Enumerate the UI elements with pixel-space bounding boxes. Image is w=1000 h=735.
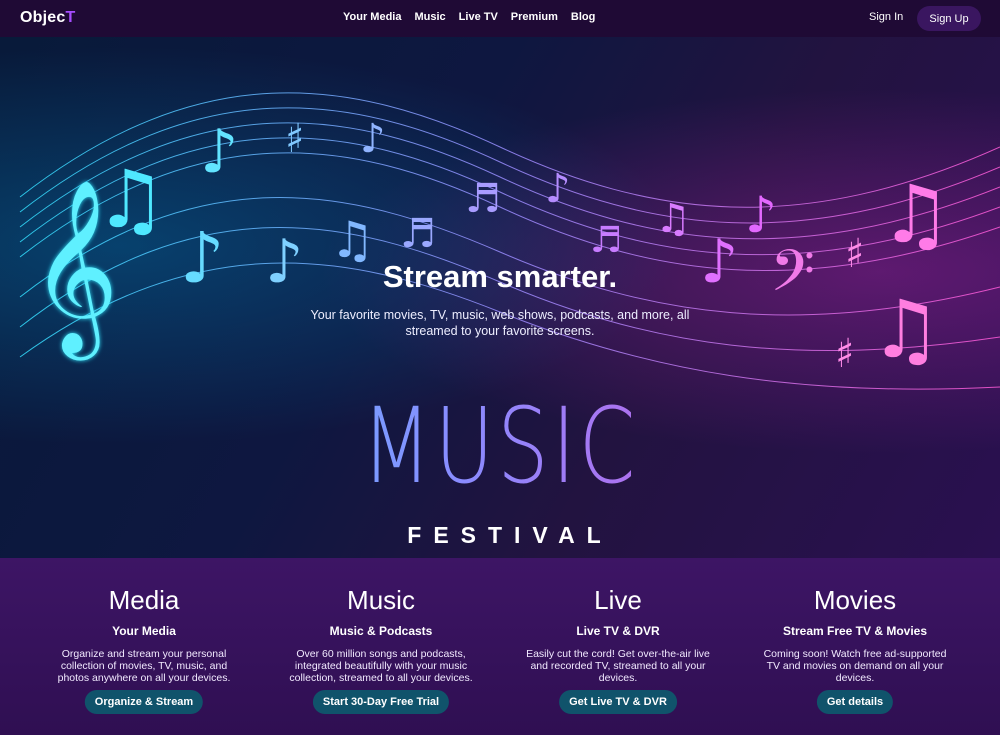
svg-text:♬: ♬ <box>400 211 436 257</box>
brand-logo[interactable]: ObjecT <box>20 9 75 27</box>
feature-title: Music <box>347 585 415 615</box>
hero-banner: 𝄞 𝄞 ♫ ♪ ♪ ♫ ♬ ♬ ♪ ♬ ♫ ♪ ♪ 𝄢 ♫ ♫ ♪ ♯ ♪ ♯ … <box>0 37 1000 558</box>
svg-text:♪: ♪ <box>745 186 777 244</box>
svg-text:♯: ♯ <box>285 116 304 162</box>
organize-stream-button[interactable]: Organize & Stream <box>84 690 204 714</box>
svg-text:♪: ♪ <box>545 166 571 212</box>
nav-link-blog[interactable]: Blog <box>571 11 595 23</box>
feature-description: Over 60 million songs and podcasts, inte… <box>289 648 473 684</box>
features-section: Media Your Media Organize and stream you… <box>0 558 1000 735</box>
get-details-button[interactable]: Get details <box>816 690 894 714</box>
feature-subtitle: Stream Free TV & Movies <box>782 624 928 638</box>
feature-description: Coming soon! Watch free ad-supported TV … <box>763 648 947 684</box>
svg-text:♫: ♫ <box>870 283 942 376</box>
feature-description: Easily cut the cord! Get over-the-air li… <box>526 648 710 684</box>
feature-title: Movies <box>813 585 897 615</box>
music-festival-logo-word: MUSIC <box>110 394 890 498</box>
hero-subtitle: Your favorite movies, TV, music, web sho… <box>310 308 690 338</box>
feature-description: Organize and stream your personal collec… <box>57 648 231 684</box>
sign-up-button[interactable]: Sign Up <box>917 6 981 31</box>
svg-text:♪: ♪ <box>200 117 238 187</box>
festival-logo-word: FESTIVAL <box>407 522 613 548</box>
svg-text:♬: ♬ <box>590 220 622 261</box>
nav-links: Your Media Music Live TV Premium Blog <box>343 11 595 23</box>
svg-text:♫: ♫ <box>95 153 167 246</box>
start-free-trial-button[interactable]: Start 30-Day Free Trial <box>312 690 450 714</box>
nav-link-premium[interactable]: Premium <box>511 11 558 23</box>
sign-in-link[interactable]: Sign In <box>869 11 903 23</box>
svg-text:♯: ♯ <box>835 331 854 377</box>
brand-name: Objec <box>20 9 66 26</box>
svg-text:♬: ♬ <box>465 176 501 222</box>
get-live-tv-button[interactable]: Get Live TV & DVR <box>559 690 677 714</box>
nav-link-live-tv[interactable]: Live TV <box>459 11 498 23</box>
feature-title: Live <box>594 585 642 615</box>
hero-title: Stream smarter. <box>382 259 618 294</box>
feature-subtitle: Music & Podcasts <box>329 624 433 638</box>
feature-title: Media <box>108 585 180 615</box>
svg-text:♫: ♫ <box>880 168 952 261</box>
svg-text:♪: ♪ <box>360 116 386 162</box>
nav-link-music[interactable]: Music <box>414 11 445 23</box>
brand-name-accent: T <box>65 9 76 26</box>
feature-subtitle: Live TV & DVR <box>576 624 660 638</box>
svg-text:♫: ♫ <box>655 196 691 242</box>
feature-subtitle: Your Media <box>112 624 176 638</box>
nav-link-your-media[interactable]: Your Media <box>343 11 401 23</box>
top-navbar: ObjecT Your Media Music Live TV Premium … <box>0 0 1000 37</box>
